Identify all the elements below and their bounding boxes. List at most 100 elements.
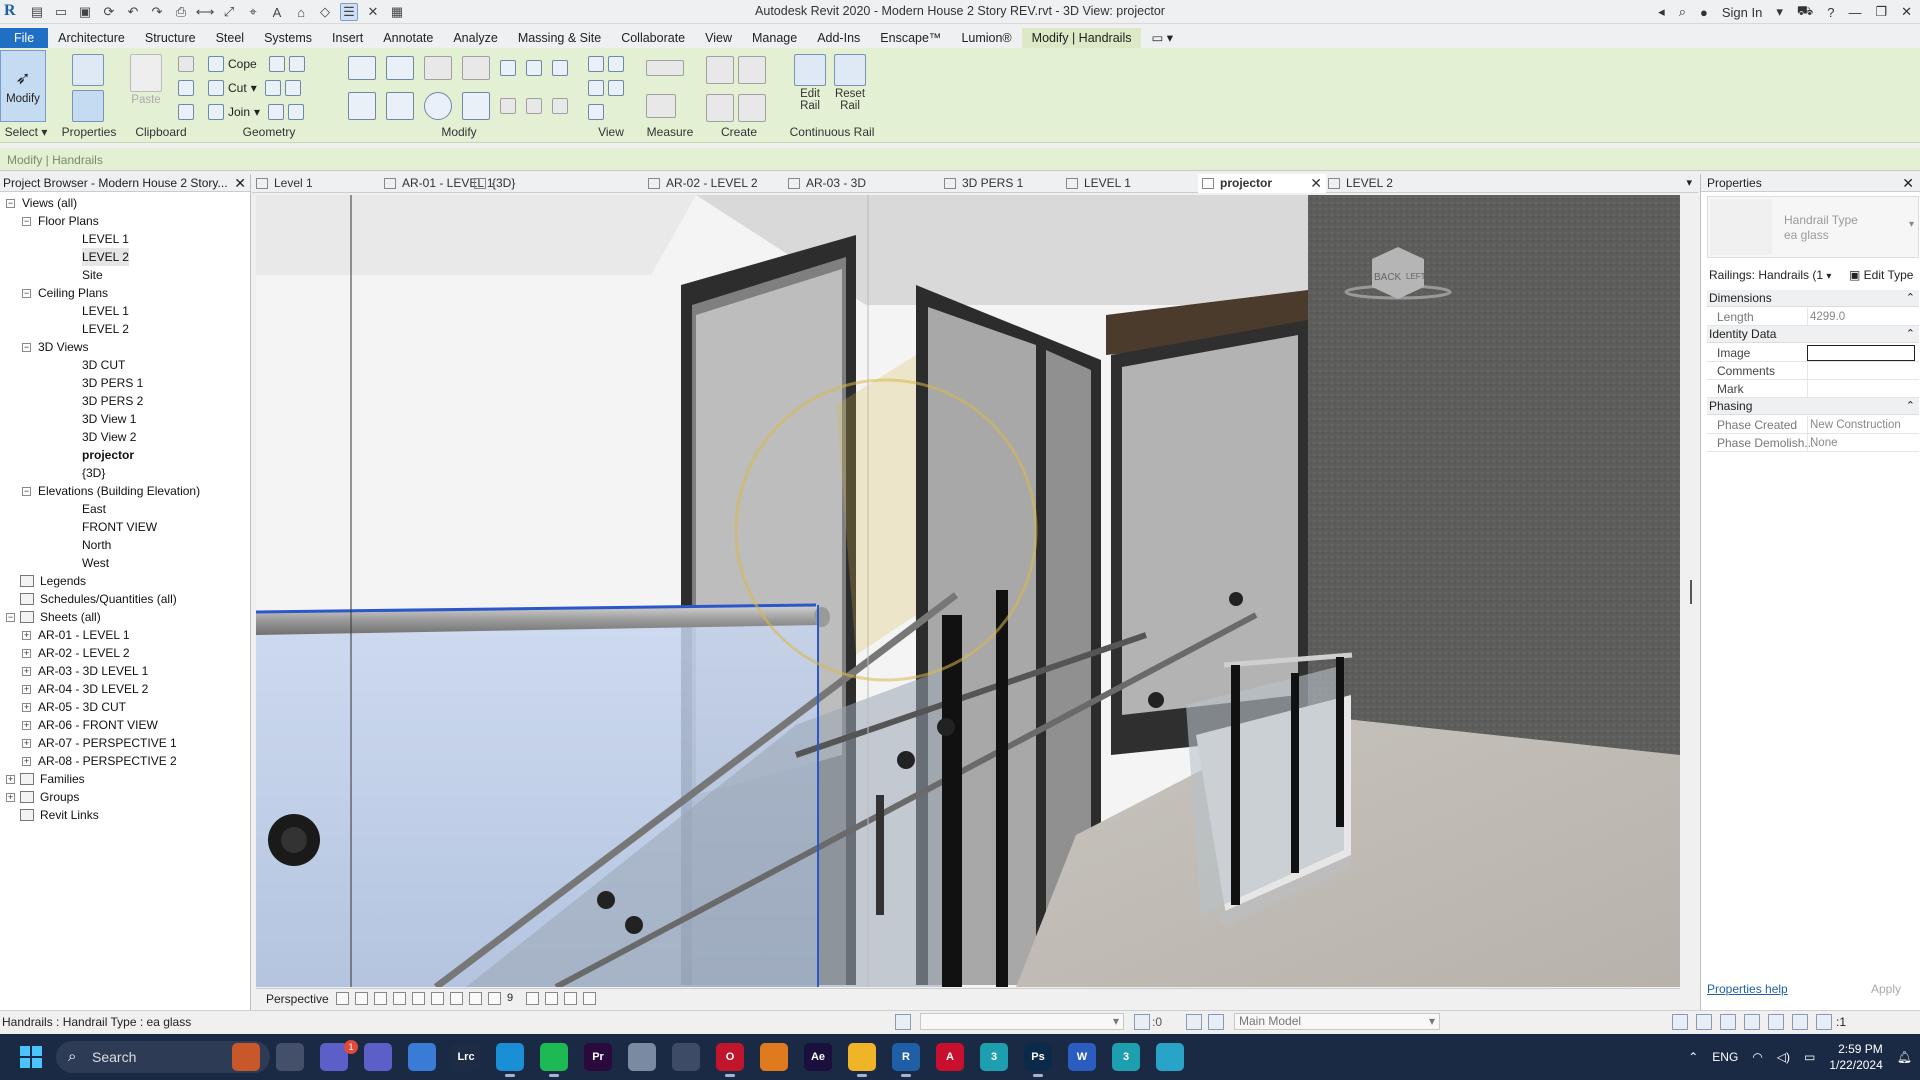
volume-icon[interactable]: ◁): [1777, 1050, 1790, 1064]
align-icon[interactable]: [348, 56, 376, 80]
create-group-icon[interactable]: [706, 94, 734, 122]
create-parts-icon[interactable]: [738, 56, 766, 84]
array-icon[interactable]: [500, 98, 516, 114]
cut-scissors-icon[interactable]: [178, 56, 194, 72]
close-icon[interactable]: ✕: [1902, 174, 1914, 192]
property-value[interactable]: [1807, 380, 1919, 398]
bell-icon[interactable]: 🔔︎: [1897, 1050, 1912, 1064]
expand-icon[interactable]: +: [22, 703, 31, 712]
task-view-icon[interactable]: [276, 1043, 304, 1071]
mirror-axis-icon[interactable]: [424, 56, 452, 80]
browser-item[interactable]: LEVEL 1: [82, 302, 129, 320]
property-row[interactable]: Comments: [1707, 362, 1919, 380]
viewport-scroll-indicator[interactable]: [1690, 580, 1692, 604]
detail-level-icon[interactable]: [336, 992, 349, 1005]
select-by-face-icon[interactable]: [1744, 1014, 1760, 1030]
3dsmax-2-icon[interactable]: 3: [1112, 1043, 1140, 1071]
browser-item[interactable]: AR-01 - LEVEL 1: [38, 626, 130, 644]
media-player-icon[interactable]: [760, 1043, 788, 1071]
collapse-icon[interactable]: −: [22, 487, 31, 496]
property-value[interactable]: [1807, 345, 1915, 361]
minimize-icon[interactable]: —: [1848, 5, 1861, 20]
browser-item[interactable]: North: [82, 536, 111, 554]
rotate-icon[interactable]: [424, 92, 452, 120]
ribbon-tab[interactable]: Modify | Handrails: [1021, 28, 1142, 48]
close-tab-icon[interactable]: ✕: [1310, 174, 1322, 193]
browser-item[interactable]: AR-03 - 3D LEVEL 1: [38, 662, 148, 680]
view-tab[interactable]: 3D PERS 1: [940, 174, 1060, 193]
temporary-hide-icon[interactable]: [488, 992, 501, 1005]
paint-icon[interactable]: [284, 80, 301, 96]
paste-button[interactable]: Paste: [130, 54, 162, 106]
browser-item[interactable]: Views (all): [22, 194, 77, 212]
collapse-icon[interactable]: −: [22, 217, 31, 226]
calculator-icon[interactable]: [672, 1043, 700, 1071]
workset-dropdown[interactable]: ▾: [920, 1013, 1124, 1030]
browser-item[interactable]: Groups: [20, 788, 79, 806]
filter-icon[interactable]: [1816, 1014, 1832, 1030]
analytical-icon[interactable]: [526, 992, 539, 1005]
demolish-icon[interactable]: [288, 104, 305, 120]
dropdown-icon[interactable]: ▾: [1776, 4, 1783, 20]
tab-overflow-icon[interactable]: ▾: [1686, 176, 1692, 189]
editable-only-icon[interactable]: [1134, 1014, 1150, 1030]
move-small-icon[interactable]: [500, 60, 516, 76]
selection-box-icon[interactable]: [588, 104, 604, 120]
browser-item[interactable]: LEVEL 2: [82, 248, 129, 266]
ribbon-tab[interactable]: Structure: [135, 28, 206, 48]
browser-item[interactable]: Site: [82, 266, 103, 284]
visual-style-icon[interactable]: [355, 992, 368, 1005]
view-tab[interactable]: AR-03 - 3D LEVEL 1: [784, 174, 904, 209]
crop-view-icon[interactable]: [431, 992, 444, 1005]
teams-icon[interactable]: [364, 1043, 392, 1071]
browser-item[interactable]: Ceiling Plans: [38, 284, 108, 302]
scale-icon[interactable]: [526, 98, 542, 114]
help-icon[interactable]: ?: [1827, 5, 1834, 20]
join-geometry-icon[interactable]: [288, 56, 305, 72]
create-similar-icon[interactable]: [738, 94, 766, 122]
lightroom-classic-icon[interactable]: Lrc: [452, 1043, 480, 1071]
view-tab[interactable]: Level 1: [252, 174, 372, 193]
browser-item[interactable]: Families: [20, 770, 85, 788]
edit-rail-button[interactable]: Edit Rail: [794, 54, 826, 112]
cut-geometry-icon[interactable]: [268, 56, 285, 72]
design-options-icon[interactable]: [1186, 1014, 1202, 1030]
close-icon[interactable]: ✕: [234, 174, 246, 192]
expand-icon[interactable]: +: [22, 757, 31, 766]
premiere-pro-icon[interactable]: Pr: [584, 1043, 612, 1071]
browser-item[interactable]: projector: [82, 446, 134, 464]
ribbon-tab[interactable]: Architecture: [48, 28, 135, 48]
copy-icon[interactable]: [178, 80, 194, 96]
property-value[interactable]: 4299.0: [1807, 308, 1919, 326]
worksets-icon[interactable]: [895, 1014, 911, 1030]
ribbon-tab[interactable]: Enscape™: [870, 28, 951, 48]
browser-item[interactable]: Elevations (Building Elevation): [38, 482, 200, 500]
photos-icon[interactable]: [408, 1043, 436, 1071]
view-tab[interactable]: AR-02 - LEVEL 2: [644, 174, 764, 193]
highlight-displacement-icon[interactable]: [545, 992, 558, 1005]
ribbon-tab[interactable]: Add-Ins: [807, 28, 870, 48]
dimension-tool-icon[interactable]: [646, 94, 676, 118]
wall-joins-icon[interactable]: [268, 104, 285, 120]
browser-item[interactable]: Sheets (all): [20, 608, 101, 626]
expand-icon[interactable]: +: [22, 721, 31, 730]
reveal-hidden-icon[interactable]: 9: [507, 992, 520, 1005]
drag-elements-icon[interactable]: [1768, 1014, 1784, 1030]
exclude-options-icon[interactable]: [1208, 1014, 1224, 1030]
ribbon-tab[interactable]: View: [695, 28, 742, 48]
reset-rail-button[interactable]: Reset Rail: [834, 54, 866, 112]
mirror-draw-icon[interactable]: [462, 56, 490, 80]
collapse-icon[interactable]: −: [22, 343, 31, 352]
collapse-icon[interactable]: −: [22, 289, 31, 298]
ribbon-tab[interactable]: Steel: [206, 28, 255, 48]
property-value[interactable]: [1807, 362, 1919, 380]
file-explorer-icon[interactable]: [848, 1043, 876, 1077]
browser-item[interactable]: AR-02 - LEVEL 2: [38, 644, 130, 662]
rotate-small-icon[interactable]: [552, 60, 568, 76]
revit-icon[interactable]: R: [892, 1043, 920, 1077]
browser-item[interactable]: Floor Plans: [38, 212, 99, 230]
ribbon-tab[interactable]: Manage: [742, 28, 807, 48]
select-pinned-icon[interactable]: [1720, 1014, 1736, 1030]
delete-icon[interactable]: [552, 98, 568, 114]
ribbon-tab[interactable]: File: [0, 28, 49, 48]
